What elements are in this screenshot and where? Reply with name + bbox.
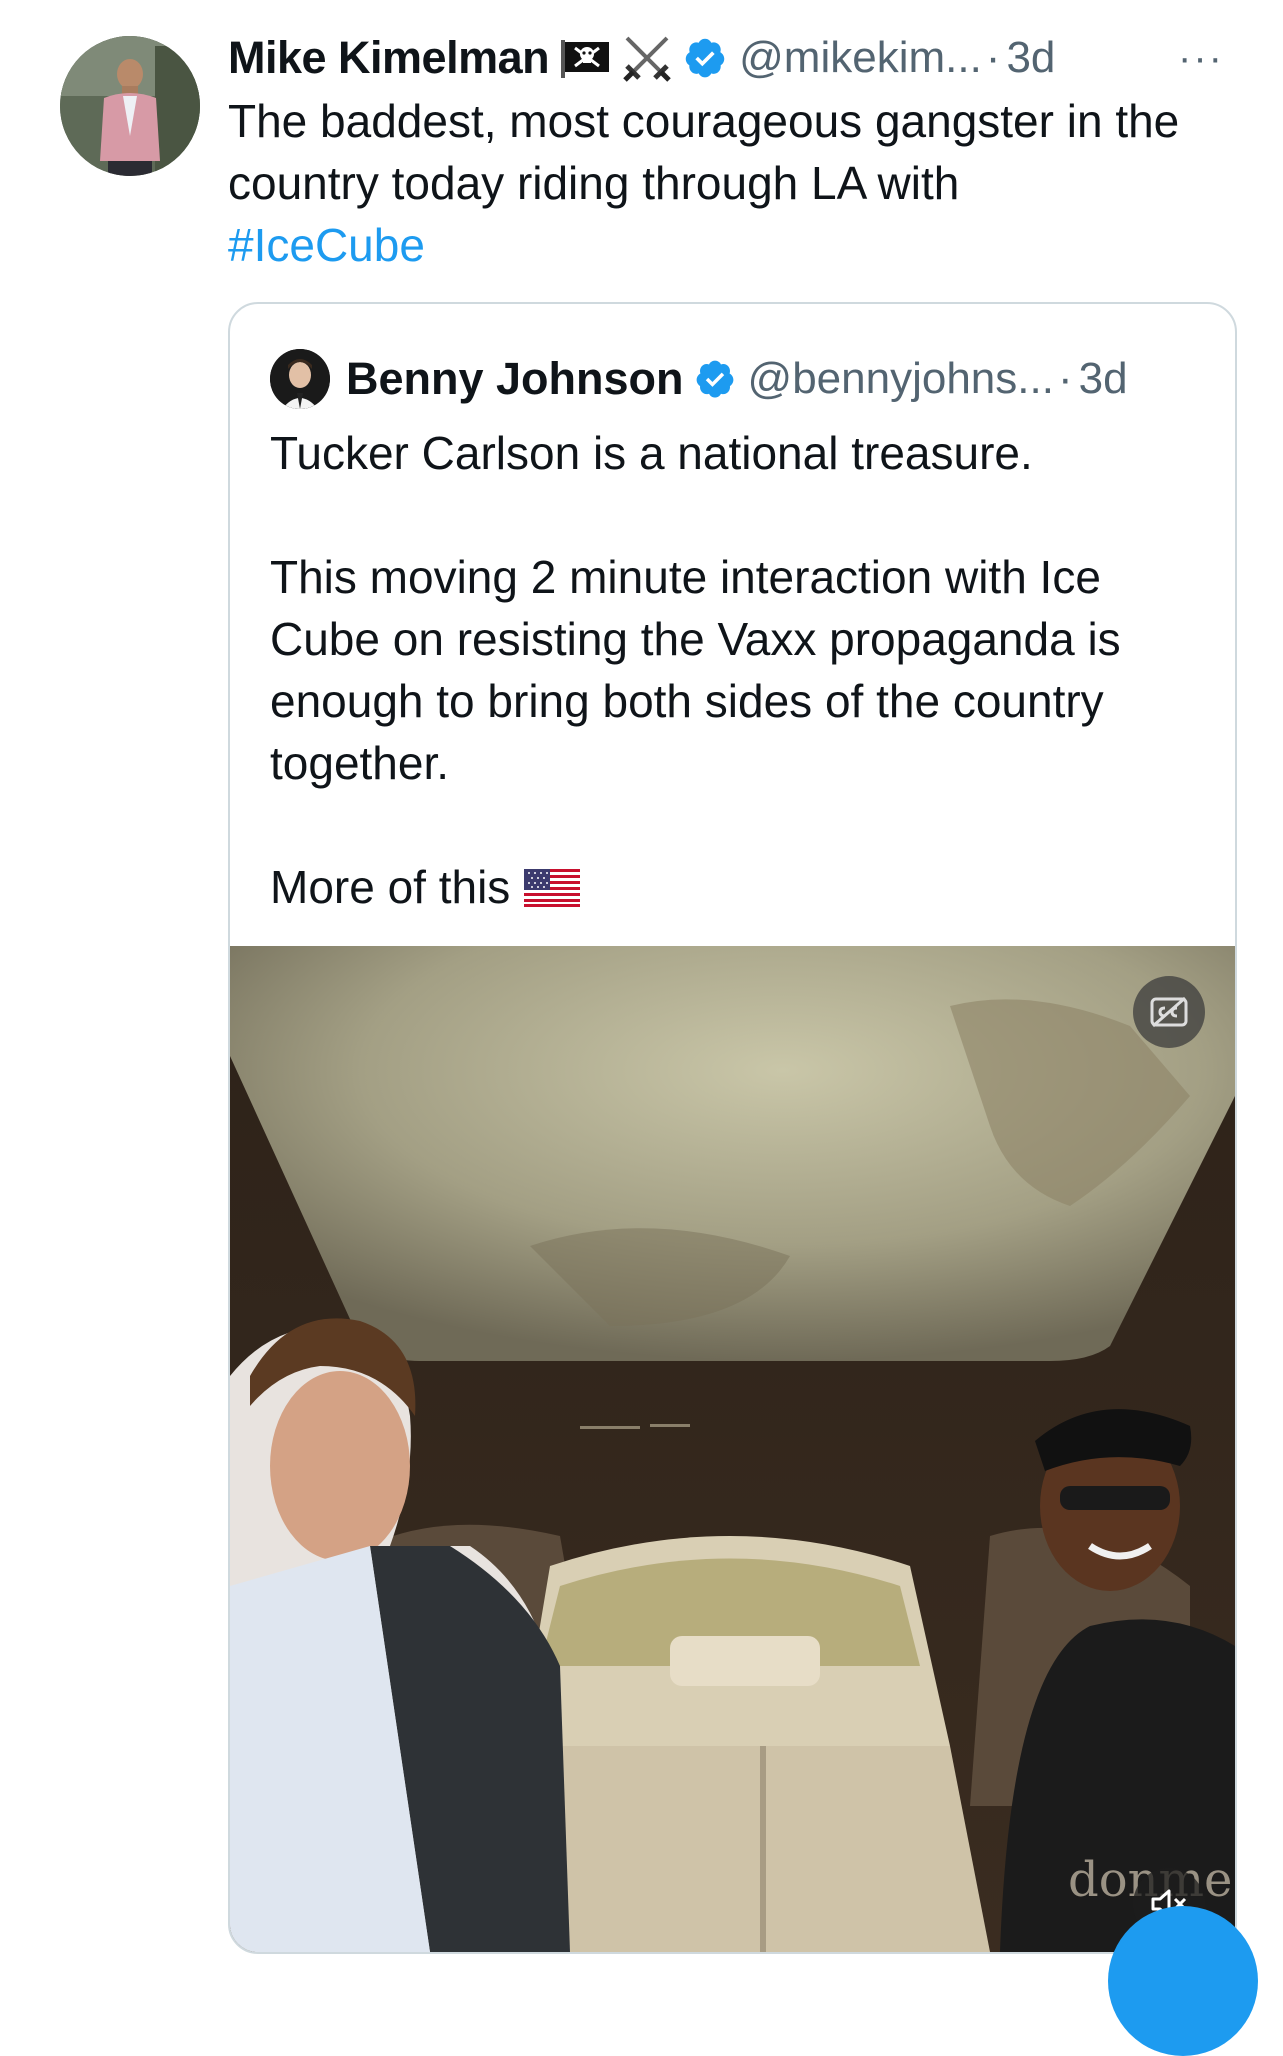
compose-button[interactable] bbox=[1108, 1906, 1258, 2056]
closed-captions-icon[interactable] bbox=[1133, 976, 1205, 1048]
quoted-tweet-text: Tucker Carlson is a national treasure. T… bbox=[270, 422, 1210, 922]
tweet-text: The baddest, most courageous gangster in… bbox=[228, 90, 1248, 276]
more-options-icon[interactable]: ··· bbox=[1178, 28, 1224, 88]
pirate-flag-icon bbox=[559, 38, 611, 78]
quoted-tweet[interactable]: Benny Johnson @bennyjohns... · 3d Tucker… bbox=[228, 302, 1237, 1954]
separator-dot: · bbox=[985, 33, 1001, 82]
quoted-paragraph: More of this bbox=[270, 856, 1210, 922]
video-player[interactable]: donme bbox=[230, 946, 1235, 1952]
us-flag-icon bbox=[524, 860, 581, 922]
quoted-timestamp[interactable]: 3d bbox=[1079, 354, 1128, 404]
quoted-tweet-header: Benny Johnson @bennyjohns... · 3d bbox=[270, 346, 1128, 412]
author-handle[interactable]: @mikekim... bbox=[739, 33, 982, 83]
hashtag-link[interactable]: #IceCube bbox=[228, 219, 425, 271]
tweet-timestamp[interactable]: 3d bbox=[1006, 33, 1055, 83]
quoted-paragraph: Tucker Carlson is a national treasure. bbox=[270, 427, 1033, 479]
tweet-header: Mike Kimelman @mikekim... · 3d ··· bbox=[228, 28, 1238, 88]
verified-badge-icon bbox=[694, 358, 736, 400]
tweet[interactable]: Mike Kimelman @mikekim... · 3d ··· The b… bbox=[0, 0, 1283, 2056]
crossed-swords-icon bbox=[621, 32, 673, 84]
tweet-body: The baddest, most courageous gangster in… bbox=[228, 95, 1180, 209]
author-name[interactable]: Mike Kimelman bbox=[228, 32, 550, 84]
quoted-author-avatar[interactable] bbox=[270, 349, 330, 409]
quoted-paragraph: This moving 2 minute interaction with Ic… bbox=[270, 551, 1121, 789]
quoted-author-name[interactable]: Benny Johnson bbox=[346, 353, 684, 405]
separator-dot: · bbox=[1057, 354, 1073, 403]
video-frame: donme bbox=[230, 946, 1235, 1952]
author-avatar[interactable] bbox=[60, 36, 200, 176]
quoted-author-handle[interactable]: @bennyjohns... bbox=[748, 354, 1054, 404]
quoted-paragraph-text: More of this bbox=[270, 861, 511, 913]
verified-badge-icon bbox=[683, 36, 727, 80]
